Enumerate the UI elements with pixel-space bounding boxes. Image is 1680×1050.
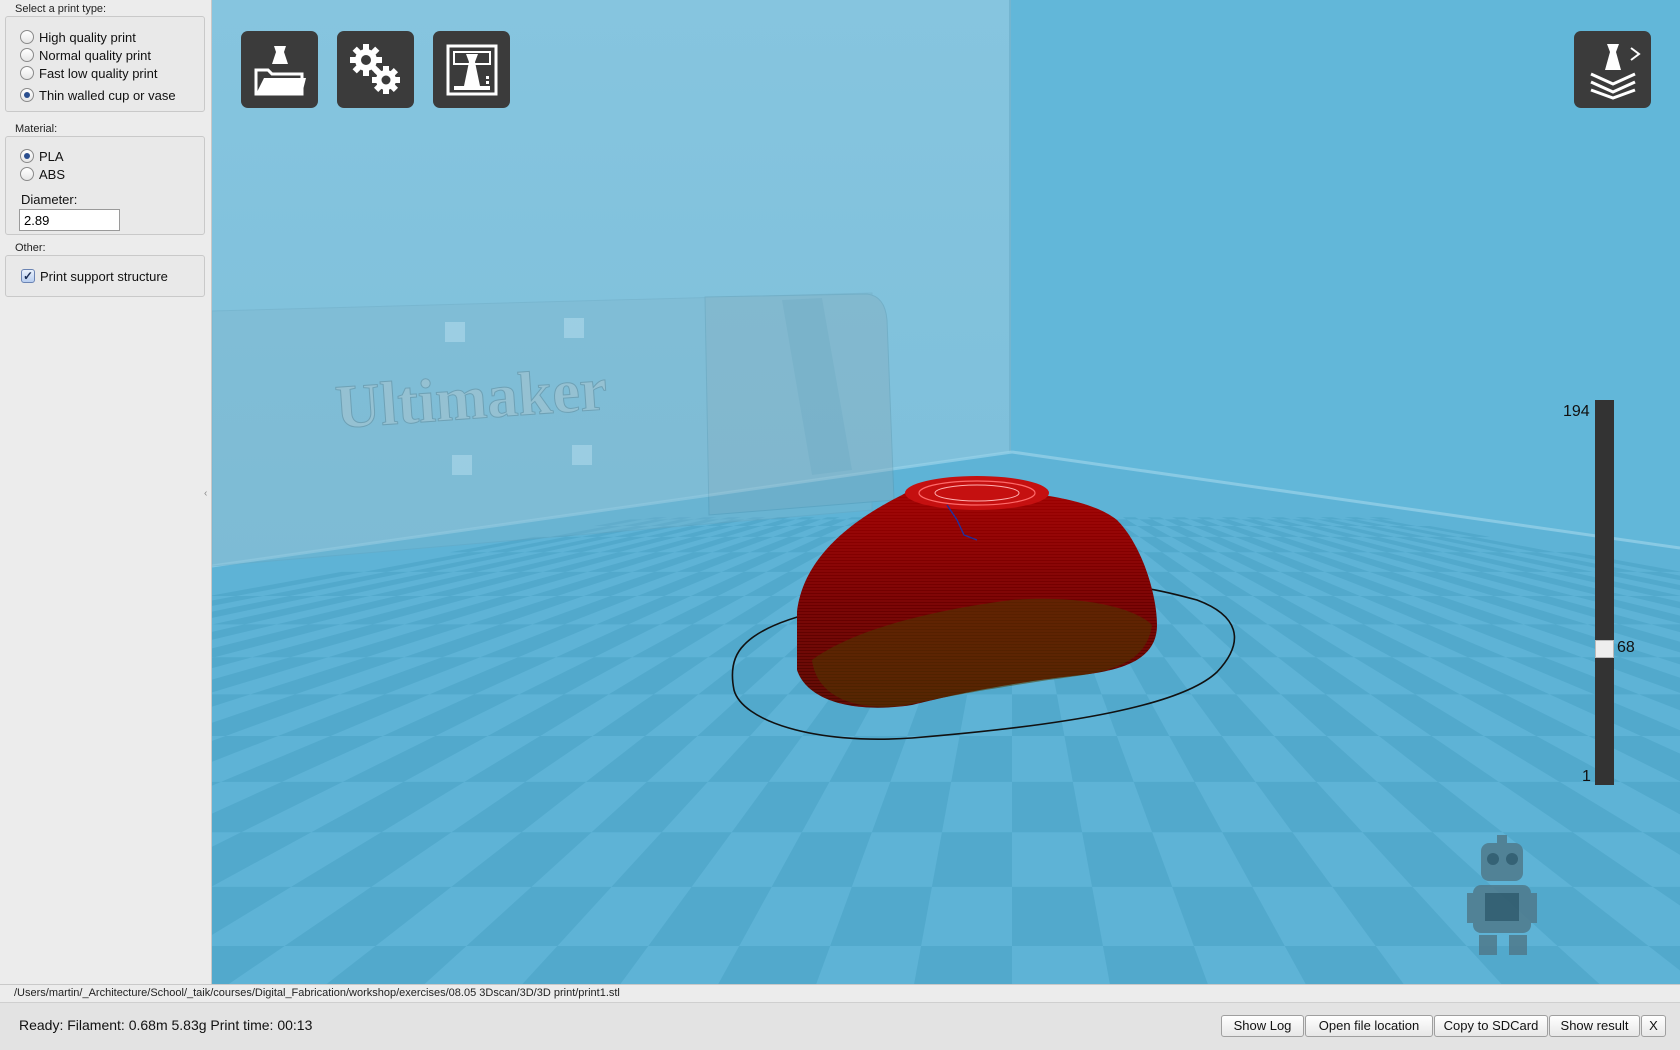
other-group: ✓ Print support structure <box>5 255 205 297</box>
other-label: Other: <box>15 242 46 254</box>
print-type-vase-radio[interactable] <box>20 88 34 102</box>
support-structure-option[interactable]: ✓ Print support structure <box>21 267 168 285</box>
status-bar: Ready: Filament: 0.68m 5.83g Print time:… <box>0 1002 1680 1050</box>
layer-current-label: 68 <box>1617 639 1635 657</box>
status-text: Ready: Filament: 0.68m 5.83g Print time:… <box>19 1017 313 1033</box>
material-label: Material: <box>15 123 58 135</box>
print-type-normal-radio[interactable] <box>20 48 34 62</box>
layer-slider-thumb[interactable] <box>1595 640 1614 659</box>
floor-tile <box>1012 886 1103 946</box>
layer-max-label: 194 <box>1563 403 1590 420</box>
floor-tile <box>931 832 1012 887</box>
support-structure-checkbox[interactable]: ✓ <box>21 269 35 283</box>
file-path-bar: /Users/martin/_Architecture/School/_taik… <box>0 984 1680 1002</box>
support-structure-label: Print support structure <box>40 268 168 284</box>
settings-gears-icon <box>349 43 400 94</box>
material-pla-label: PLA <box>39 148 64 164</box>
build-scene: Ultimaker <box>212 0 1680 984</box>
layer-slider-track[interactable] <box>1595 400 1614 785</box>
print-type-high-radio[interactable] <box>20 30 34 44</box>
show-log-button[interactable]: Show Log <box>1221 1015 1304 1037</box>
close-result-button[interactable]: X <box>1641 1015 1666 1037</box>
print-button[interactable] <box>433 31 510 108</box>
material-abs-label: ABS <box>39 166 66 182</box>
print-type-high-label: High quality print <box>39 29 136 45</box>
view-mode-button[interactable] <box>1574 31 1651 108</box>
material-pla-option[interactable]: PLA <box>20 147 64 165</box>
print-type-normal-option[interactable]: Normal quality print <box>20 46 151 64</box>
floor-tile <box>1012 781 1083 833</box>
panel-splitter-handle[interactable]: ‹ <box>204 488 207 499</box>
print-type-fast-radio[interactable] <box>20 66 34 80</box>
settings-button[interactable] <box>337 31 414 108</box>
layer-min-label: 1 <box>1582 768 1591 785</box>
material-abs-option[interactable]: ABS <box>20 165 65 183</box>
floor-tile <box>909 945 1012 984</box>
print-type-group: High quality print Normal quality print … <box>5 16 205 112</box>
material-pla-radio[interactable] <box>20 149 34 163</box>
view-mode-layers-icon <box>1589 43 1641 100</box>
load-model-icon <box>254 45 306 95</box>
3d-viewport[interactable]: Ultimaker 194 68 1 <box>212 0 1680 984</box>
floor-tile <box>1012 694 1065 736</box>
show-result-button[interactable]: Show result <box>1549 1015 1640 1037</box>
print-type-vase-label: Thin walled cup or vase <box>39 87 176 103</box>
load-model-button[interactable] <box>241 31 318 108</box>
material-group: PLA ABS Diameter: <box>5 136 205 235</box>
material-abs-radio[interactable] <box>20 167 34 181</box>
diameter-input[interactable] <box>19 209 120 231</box>
floor-tile <box>951 735 1012 782</box>
open-file-location-button[interactable]: Open file location <box>1305 1015 1433 1037</box>
print-type-vase-option[interactable]: Thin walled cup or vase <box>20 86 176 104</box>
print-type-high-option[interactable]: High quality print <box>20 28 136 46</box>
copy-to-sdcard-button[interactable]: Copy to SDCard <box>1434 1015 1548 1037</box>
print-type-fast-label: Fast low quality print <box>39 65 158 81</box>
diameter-label: Diameter: <box>21 192 78 207</box>
print-type-label: Select a print type: <box>15 3 107 15</box>
settings-panel: Select a print type: High quality print … <box>0 0 212 984</box>
print-view-icon <box>446 44 497 95</box>
print-type-fast-option[interactable]: Fast low quality print <box>20 64 158 82</box>
print-type-normal-label: Normal quality print <box>39 47 151 63</box>
